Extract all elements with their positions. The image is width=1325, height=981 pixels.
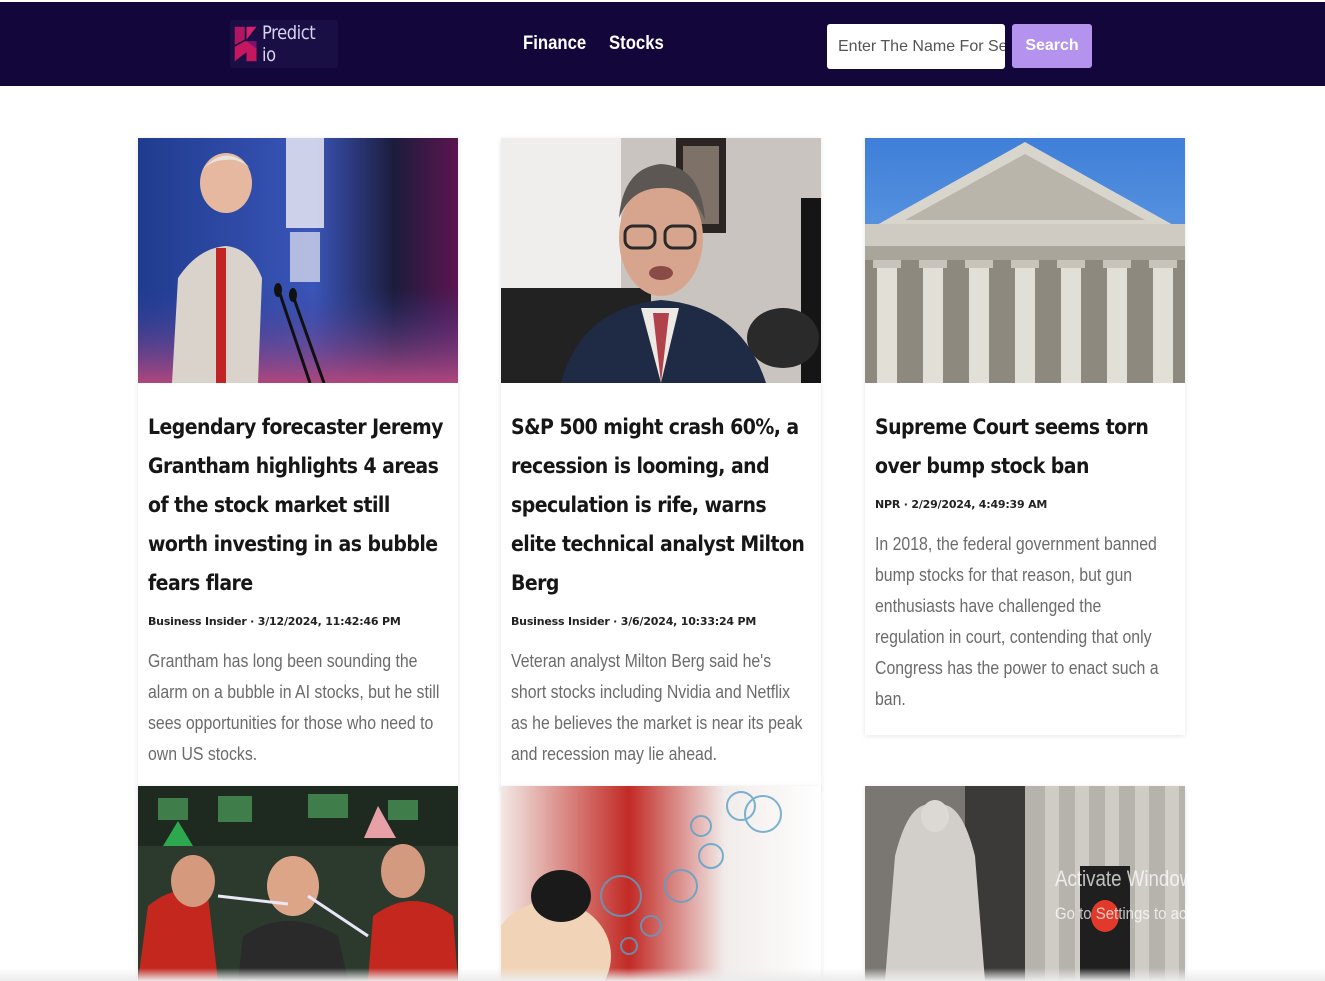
news-card[interactable]: Supreme Court seems torn over bump stock… xyxy=(865,138,1185,735)
brand-logo[interactable]: Predict io xyxy=(230,20,338,68)
article-meta: NPR · 2/29/2024, 4:49:39 AM xyxy=(875,498,1048,511)
nav-finance-link[interactable]: Finance xyxy=(523,33,586,55)
news-card[interactable] xyxy=(501,786,821,981)
article-title[interactable]: Legendary forecaster Jeremy Grantham hig… xyxy=(148,408,450,603)
news-card[interactable] xyxy=(138,786,458,981)
article-image xyxy=(138,138,458,383)
main-nav: Finance Stocks xyxy=(523,33,671,55)
article-title[interactable]: Supreme Court seems torn over bump stock… xyxy=(875,408,1177,486)
article-meta: Business Insider · 3/12/2024, 11:42:46 P… xyxy=(148,615,401,628)
search-input[interactable] xyxy=(827,24,1005,69)
article-meta: Business Insider · 3/6/2024, 10:33:24 PM xyxy=(511,615,757,628)
brand-name: Predict io xyxy=(262,22,316,66)
news-card[interactable]: Legendary forecaster Jeremy Grantham hig… xyxy=(138,138,458,790)
nav-stocks-link[interactable]: Stocks xyxy=(609,33,664,55)
article-image xyxy=(138,786,458,981)
article-title[interactable]: S&P 500 might crash 60%, a recession is … xyxy=(511,408,813,603)
article-image xyxy=(501,138,821,383)
top-navbar: Predict io Finance Stocks Search xyxy=(0,0,1325,86)
search-button[interactable]: Search xyxy=(1012,24,1092,68)
article-description: Veteran analyst Milton Berg said he's sh… xyxy=(511,651,803,764)
article-description: In 2018, the federal government banned b… xyxy=(875,534,1159,709)
news-card[interactable] xyxy=(865,786,1185,981)
predict-logo-icon xyxy=(234,26,257,62)
article-image xyxy=(865,138,1185,383)
bottom-edge xyxy=(0,968,1325,981)
article-image xyxy=(501,786,821,981)
news-card[interactable]: S&P 500 might crash 60%, a recession is … xyxy=(501,138,821,790)
article-image xyxy=(865,786,1185,981)
article-description: Grantham has long been sounding the alar… xyxy=(148,651,440,764)
